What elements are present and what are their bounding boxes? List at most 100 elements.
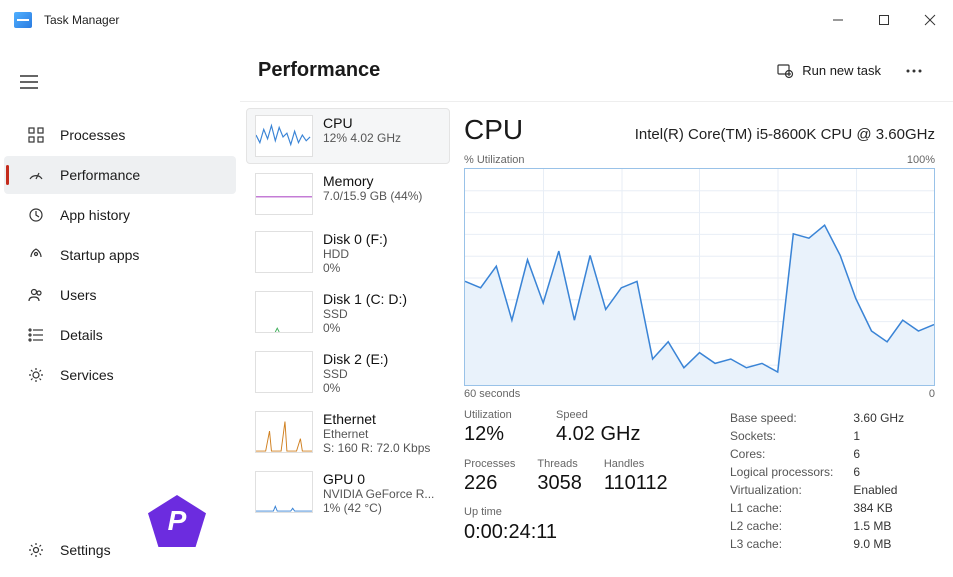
nav-label: Settings xyxy=(60,542,111,558)
cpu-info-table: Base speed:3.60 GHzSockets:1Cores:6Logic… xyxy=(728,408,906,554)
nav-processes[interactable]: Processes xyxy=(4,116,236,154)
stat-label: Utilization xyxy=(464,408,534,422)
nav-settings[interactable]: Settings xyxy=(4,531,236,569)
stat-label: Up time xyxy=(464,505,714,519)
stat-label: Threads xyxy=(537,457,582,471)
stat-value: 3058 xyxy=(537,471,582,495)
perf-sub2: 0% xyxy=(323,261,388,275)
perf-item-ethernet[interactable]: Ethernet Ethernet S: 160 R: 72.0 Kbps xyxy=(246,404,450,462)
services-icon xyxy=(26,365,46,385)
perf-sub: HDD xyxy=(323,247,388,261)
cpu-model-name: Intel(R) Core(TM) i5-8600K CPU @ 3.60GHz xyxy=(635,126,935,143)
history-icon xyxy=(26,205,46,225)
mini-chart-disk1 xyxy=(255,291,313,333)
perf-sub: SSD xyxy=(323,307,407,321)
more-button[interactable] xyxy=(899,56,929,86)
nav-label: Services xyxy=(60,367,114,383)
maximize-button[interactable] xyxy=(861,0,907,40)
chart-ymax: 100% xyxy=(907,154,935,166)
perf-item-cpu[interactable]: CPU 12% 4.02 GHz xyxy=(246,108,450,164)
list-icon xyxy=(26,325,46,345)
info-key: Sockets: xyxy=(730,428,851,444)
window-controls xyxy=(815,0,953,40)
info-value: 384 KB xyxy=(853,500,904,516)
info-key: L3 cache: xyxy=(730,536,851,552)
speedometer-icon xyxy=(26,165,46,185)
chart-xleft: 60 seconds xyxy=(464,388,520,400)
stat-value: 4.02 GHz xyxy=(556,422,640,446)
perf-sub2: 0% xyxy=(323,321,407,335)
info-key: Base speed: xyxy=(730,410,851,426)
run-new-task-button[interactable]: Run new task xyxy=(768,58,889,84)
info-key: Cores: xyxy=(730,446,851,462)
info-key: Logical processors: xyxy=(730,464,851,480)
users-icon xyxy=(26,285,46,305)
nav-label: App history xyxy=(60,207,130,223)
perf-title: CPU xyxy=(323,115,401,131)
mini-chart-disk2 xyxy=(255,351,313,393)
detail-pane: CPU Intel(R) Core(TM) i5-8600K CPU @ 3.6… xyxy=(456,102,953,577)
mini-chart-gpu0 xyxy=(255,471,313,513)
perf-item-gpu0[interactable]: GPU 0 NVIDIA GeForce R... 1% (42 °C) xyxy=(246,464,450,522)
info-value: 6 xyxy=(853,464,904,480)
perf-title: Disk 1 (C: D:) xyxy=(323,291,407,307)
minimize-button[interactable] xyxy=(815,0,861,40)
nav-users[interactable]: Users xyxy=(4,276,236,314)
close-button[interactable] xyxy=(907,0,953,40)
info-value: 1 xyxy=(853,428,904,444)
info-value: 1.5 MB xyxy=(853,518,904,534)
titlebar: Task Manager xyxy=(0,0,953,40)
nav-performance[interactable]: Performance xyxy=(4,156,236,194)
perf-item-disk1[interactable]: Disk 1 (C: D:) SSD 0% xyxy=(246,284,450,342)
nav-app-history[interactable]: App history xyxy=(4,196,236,234)
info-value: 3.60 GHz xyxy=(853,410,904,426)
titlebar-title: Task Manager xyxy=(44,13,119,27)
run-task-label: Run new task xyxy=(802,63,881,78)
perf-item-disk2[interactable]: Disk 2 (E:) SSD 0% xyxy=(246,344,450,402)
mini-chart-disk0 xyxy=(255,231,313,273)
perf-item-memory[interactable]: Memory 7.0/15.9 GB (44%) xyxy=(246,166,450,222)
stat-label: Speed xyxy=(556,408,640,422)
perf-title: Disk 2 (E:) xyxy=(323,351,388,367)
startup-icon xyxy=(26,245,46,265)
nav-startup-apps[interactable]: Startup apps xyxy=(4,236,236,274)
perf-sub2: 0% xyxy=(323,381,388,395)
perf-item-disk0[interactable]: Disk 0 (F:) HDD 0% xyxy=(246,224,450,282)
content-header: Performance Run new task xyxy=(240,40,953,102)
mini-chart-ethernet xyxy=(255,411,313,453)
nav-details[interactable]: Details xyxy=(4,316,236,354)
page-title: Performance xyxy=(258,59,380,82)
gear-icon xyxy=(26,540,46,560)
detail-title: CPU xyxy=(464,114,523,146)
perf-title: GPU 0 xyxy=(323,471,434,487)
perf-sub: 7.0/15.9 GB (44%) xyxy=(323,189,422,203)
info-value: 9.0 MB xyxy=(853,536,904,552)
info-key: Virtualization: xyxy=(730,482,851,498)
nav-label: Users xyxy=(60,287,97,303)
stat-value: 0:00:24:11 xyxy=(464,520,714,544)
perf-resource-list: CPU 12% 4.02 GHz Memory 7.0/15.9 GB (44%… xyxy=(240,102,456,577)
hamburger-button[interactable] xyxy=(6,62,52,102)
chart-xright: 0 xyxy=(929,388,935,400)
stat-value: 110112 xyxy=(604,471,668,495)
perf-sub2: 1% (42 °C) xyxy=(323,501,434,515)
mini-chart-memory xyxy=(255,173,313,215)
nav-label: Details xyxy=(60,327,103,343)
perf-sub2: S: 160 R: 72.0 Kbps xyxy=(323,441,430,455)
info-key: L2 cache: xyxy=(730,518,851,534)
cpu-utilization-chart[interactable] xyxy=(464,168,935,386)
stat-value: 12% xyxy=(464,422,534,446)
info-value: 6 xyxy=(853,446,904,462)
stat-label: Handles xyxy=(604,457,668,471)
chart-ylabel: % Utilization xyxy=(464,154,525,166)
stat-label: Processes xyxy=(464,457,515,471)
nav-services[interactable]: Services xyxy=(4,356,236,394)
perf-sub: 12% 4.02 GHz xyxy=(323,131,401,145)
nav-label: Startup apps xyxy=(60,247,139,263)
mini-chart-cpu xyxy=(255,115,313,157)
info-value: Enabled xyxy=(853,482,904,498)
run-task-icon xyxy=(776,62,794,80)
perf-sub: Ethernet xyxy=(323,427,430,441)
info-key: L1 cache: xyxy=(730,500,851,516)
perf-title: Memory xyxy=(323,173,422,189)
